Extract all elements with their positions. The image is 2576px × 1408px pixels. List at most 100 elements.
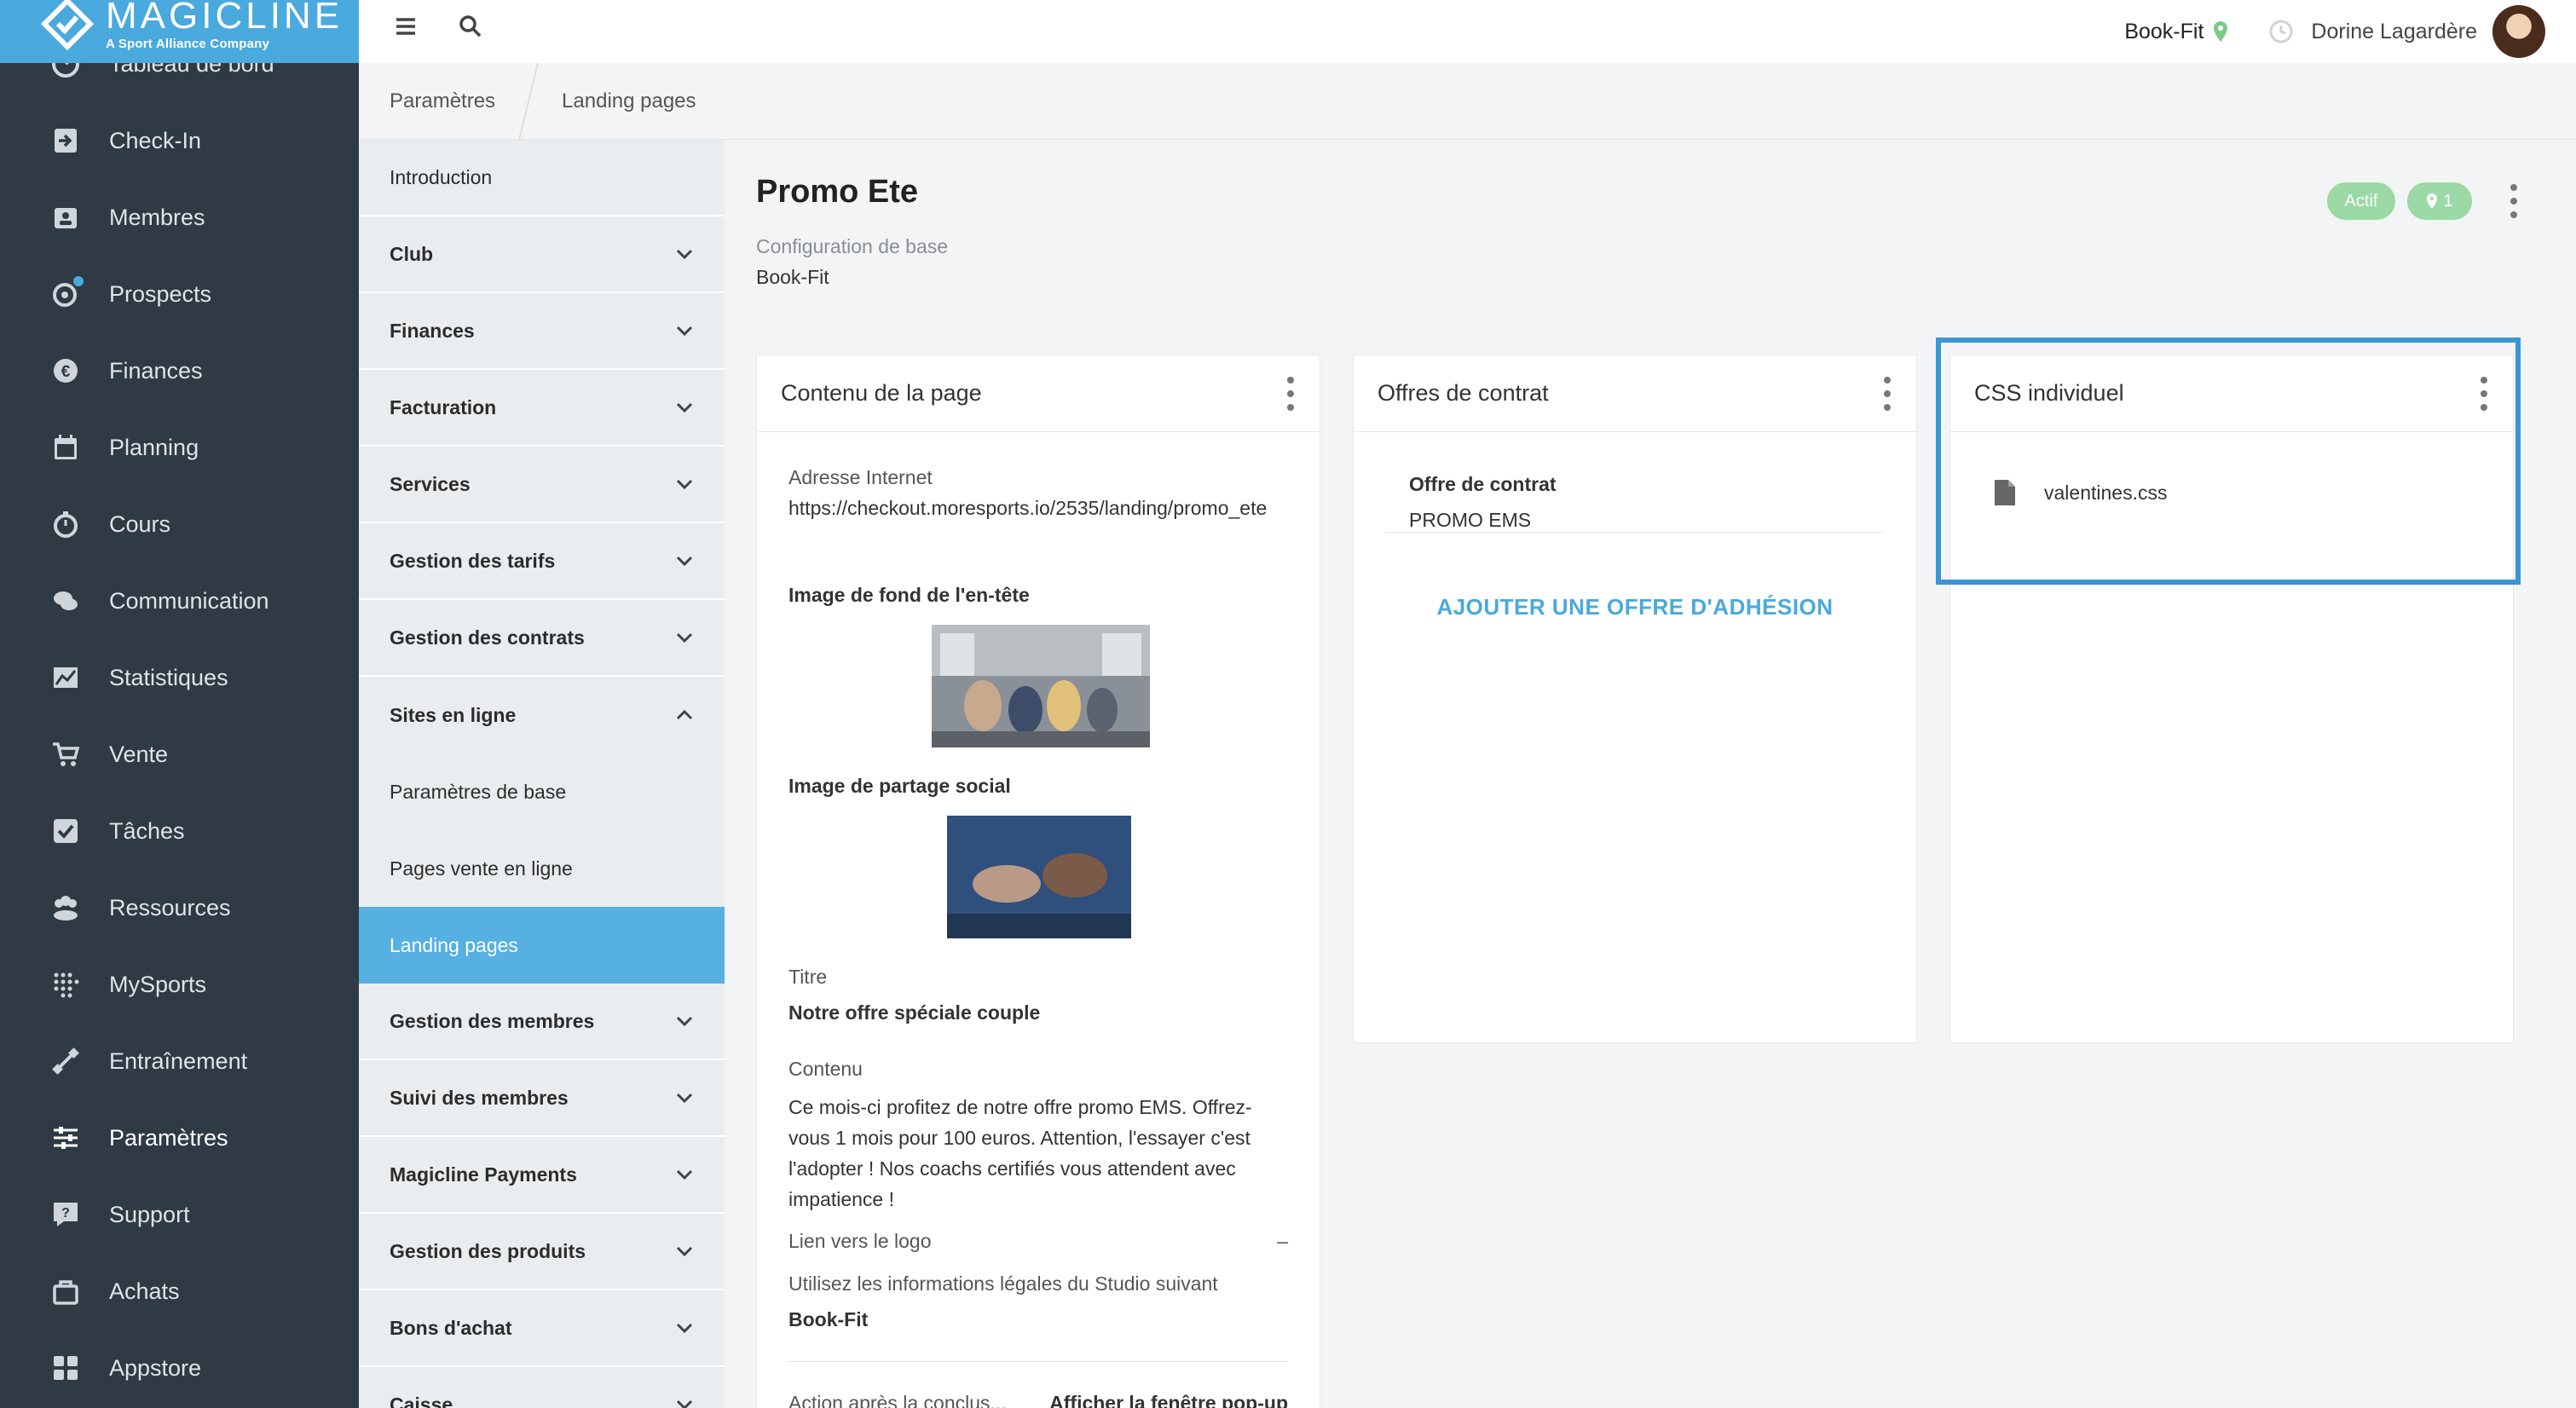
offer-label: Offre de contrat (1409, 473, 1557, 495)
page-subtitle: Configuration de base (756, 235, 949, 257)
top-bar: Book-Fit Dorine Lagardère (359, 0, 2576, 63)
focus-highlight (1936, 338, 2521, 585)
nav-item-settings[interactable]: Paramètres (0, 1099, 359, 1176)
post-purchase-action-label: Action après la conclus... (788, 1392, 1007, 1408)
nav-item-prospects[interactable]: Prospects (0, 256, 359, 332)
settings-subitem-landing-pages[interactable]: Landing pages (359, 907, 725, 984)
settings-item-services[interactable]: Services (359, 447, 725, 523)
chevron-down-icon (676, 1016, 693, 1027)
settings-item-finances[interactable]: Finances (359, 293, 725, 370)
breadcrumb-item-settings[interactable]: Paramètres (390, 89, 495, 113)
card-title: Contenu de la page (781, 380, 982, 406)
settings-item-products[interactable]: Gestion des produits (359, 1214, 725, 1290)
nav-item-communication[interactable]: Communication (0, 563, 359, 639)
chevron-up-icon (676, 709, 693, 720)
chevron-down-icon (676, 1169, 693, 1180)
club-selector[interactable]: Book-Fit (2124, 20, 2229, 44)
legal-info-value: Book-Fit (788, 1308, 869, 1330)
settings-subitem-online-sales-pages[interactable]: Pages vente en ligne (359, 830, 725, 907)
checkbox-icon (51, 817, 80, 845)
chevron-down-icon (676, 632, 693, 643)
nav-item-statistics[interactable]: Statistiques (0, 639, 359, 716)
settings-item-contracts[interactable]: Gestion des contrats (359, 600, 725, 677)
nav-item-finances[interactable]: € Finances (0, 332, 359, 409)
location-badge[interactable]: 1 (2407, 182, 2472, 220)
search-icon[interactable] (456, 12, 485, 41)
settings-item-club[interactable]: Club (359, 216, 725, 293)
chevron-down-icon (676, 1323, 693, 1334)
hamburger-menu-icon[interactable] (391, 12, 420, 41)
brand-name: MAGICLINE (106, 0, 344, 37)
nav-item-resources[interactable]: Ressources (0, 869, 359, 946)
settings-item-cash-register[interactable]: Caisse (359, 1367, 725, 1408)
social-image-label: Image de partage social (788, 775, 1011, 797)
settings-item-billing[interactable]: Facturation (359, 370, 725, 447)
chevron-down-icon (676, 1246, 693, 1257)
checkin-icon (51, 126, 80, 155)
content-value: Ce mois-ci profitez de notre offre promo… (788, 1096, 1252, 1210)
chevron-down-icon (676, 1399, 693, 1408)
magicline-logo-icon (41, 0, 94, 50)
nav-item-purchases[interactable]: Achats (0, 1253, 359, 1330)
page-title: Promo Ete (756, 174, 919, 210)
nav-item-training[interactable]: Entraînement (0, 1023, 359, 1099)
location-pin-icon (2214, 21, 2228, 42)
nav-item-mysports[interactable]: MySports (0, 946, 359, 1023)
contract-offer-item[interactable]: Offre de contrat PROMO EMS (1385, 456, 1885, 533)
cart-icon (51, 740, 80, 769)
page-content-card: Contenu de la page Adresse Internet http… (756, 355, 1320, 1408)
nav-item-members[interactable]: Membres (0, 179, 359, 256)
card-more-menu[interactable] (1285, 376, 1296, 411)
settings-menu: Introduction Club Finances Facturation S… (359, 140, 725, 1408)
settings-item-member-management[interactable]: Gestion des membres (359, 984, 725, 1060)
clock-icon[interactable] (2268, 19, 2294, 44)
settings-subitem-base-settings[interactable]: Paramètres de base (359, 753, 725, 830)
chevron-down-icon (676, 556, 693, 567)
nav-item-support[interactable]: ? Support (0, 1176, 359, 1253)
euro-icon: € (51, 356, 80, 385)
nav-item-courses[interactable]: Cours (0, 486, 359, 563)
card-more-menu[interactable] (1882, 376, 1892, 411)
support-icon: ? (51, 1200, 80, 1229)
avatar[interactable] (2492, 5, 2545, 58)
post-purchase-action-value: Afficher la fenêtre pop-up (1049, 1392, 1288, 1408)
prospects-icon (51, 276, 84, 309)
legal-info-label: Utilisez les informations légales du Stu… (788, 1272, 1218, 1295)
title-label: Titre (788, 966, 828, 988)
page-more-menu[interactable] (2509, 184, 2519, 218)
add-membership-offer-button[interactable]: AJOUTER UNE OFFRE D'ADHÉSION (1354, 594, 1916, 620)
calendar-icon (51, 433, 80, 462)
settings-item-online-sites[interactable]: Sites en ligne (359, 677, 725, 753)
settings-item-magicline-payments[interactable]: Magicline Payments (359, 1137, 725, 1214)
page-club: Book-Fit (756, 266, 829, 288)
user-name[interactable]: Dorine Lagardère (2311, 20, 2477, 44)
header-image-thumbnail[interactable] (932, 625, 1150, 747)
settings-item-pricing[interactable]: Gestion des tarifs (359, 523, 725, 600)
settings-item-introduction[interactable]: Introduction (359, 140, 725, 216)
settings-item-vouchers[interactable]: Bons d'achat (359, 1290, 725, 1367)
logo-link-value: – (1277, 1230, 1288, 1252)
chart-icon (51, 663, 80, 692)
title-value: Notre offre spéciale couple (788, 1001, 1041, 1024)
url-value[interactable]: https://checkout.moresports.io/2535/land… (788, 497, 1267, 520)
breadcrumb-separator (518, 62, 540, 140)
breadcrumb-item-landing-pages[interactable]: Landing pages (562, 89, 696, 113)
members-icon (51, 203, 80, 232)
nav-item-appstore[interactable]: Appstore (0, 1330, 359, 1406)
location-pin-icon (2427, 193, 2438, 209)
brand-logo[interactable]: MAGICLINE A Sport Alliance Company (0, 0, 359, 63)
nav-item-sales[interactable]: Vente (0, 716, 359, 793)
status-badge: Actif (2327, 182, 2395, 220)
nav-item-planning[interactable]: Planning (0, 409, 359, 486)
url-label: Adresse Internet (788, 466, 933, 488)
chevron-down-icon (676, 1093, 693, 1104)
logo-link-label: Lien vers le logo (788, 1230, 932, 1252)
nav-item-tasks[interactable]: Tâches (0, 793, 359, 869)
chevron-down-icon (676, 479, 693, 490)
settings-item-member-tracking[interactable]: Suivi des membres (359, 1060, 725, 1137)
brand-tagline: A Sport Alliance Company (106, 36, 270, 51)
header-image-label: Image de fond de l'en-tête (788, 584, 1030, 606)
nav-item-checkin[interactable]: Check-In (0, 102, 359, 179)
social-image-thumbnail[interactable] (947, 816, 1131, 938)
svg-text:€: € (61, 363, 71, 381)
